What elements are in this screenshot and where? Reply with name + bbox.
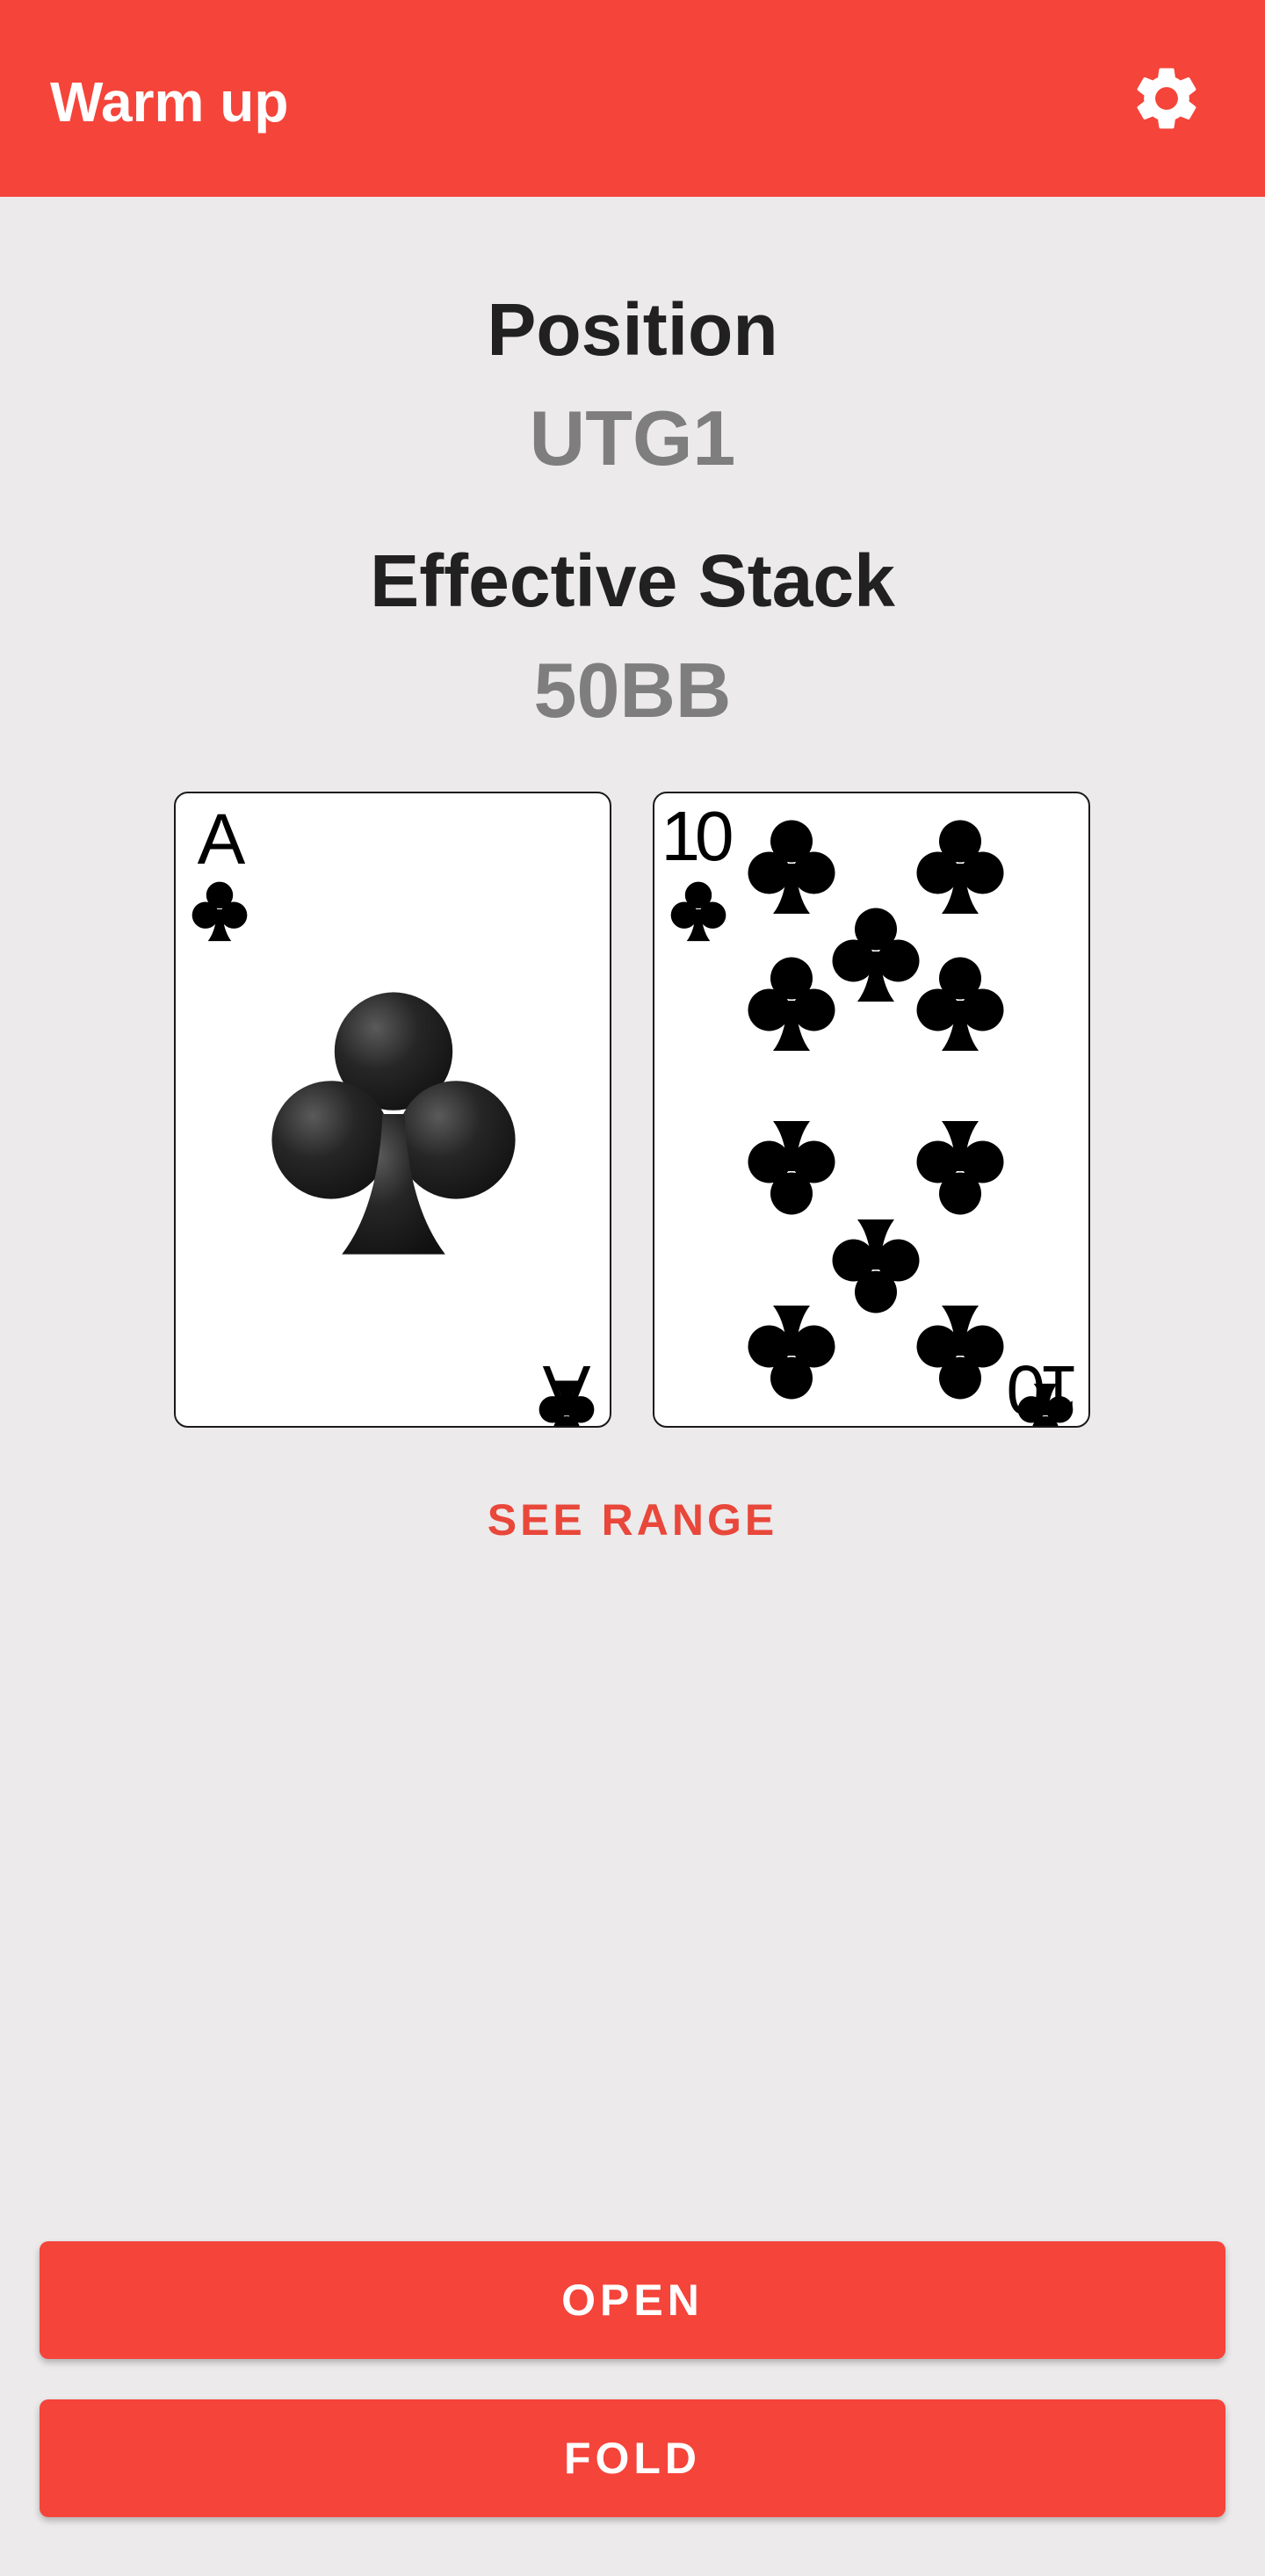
- card-rank-top: 10: [661, 797, 732, 875]
- hole-card-ten-clubs: 10 10: [653, 792, 1090, 1428]
- card-rank-top: A: [198, 800, 246, 879]
- open-button[interactable]: OPEN: [40, 2241, 1225, 2359]
- gear-icon: [1137, 68, 1196, 129]
- club-icon: A A: [192, 800, 595, 1426]
- position-value: UTG1: [529, 394, 736, 481]
- see-range-button[interactable]: SEE RANGE: [457, 1485, 808, 1555]
- hole-card-ace-clubs: A A: [174, 792, 611, 1428]
- position-label: Position: [487, 288, 778, 371]
- settings-button[interactable]: [1124, 56, 1209, 141]
- club-icon: 10 10: [661, 797, 1079, 1426]
- stack-value: 50BB: [533, 647, 732, 734]
- fold-button[interactable]: FOLD: [40, 2399, 1225, 2517]
- app-title: Warm up: [50, 70, 289, 134]
- stack-label: Effective Stack: [370, 539, 895, 622]
- app-bar: Warm up: [0, 0, 1265, 197]
